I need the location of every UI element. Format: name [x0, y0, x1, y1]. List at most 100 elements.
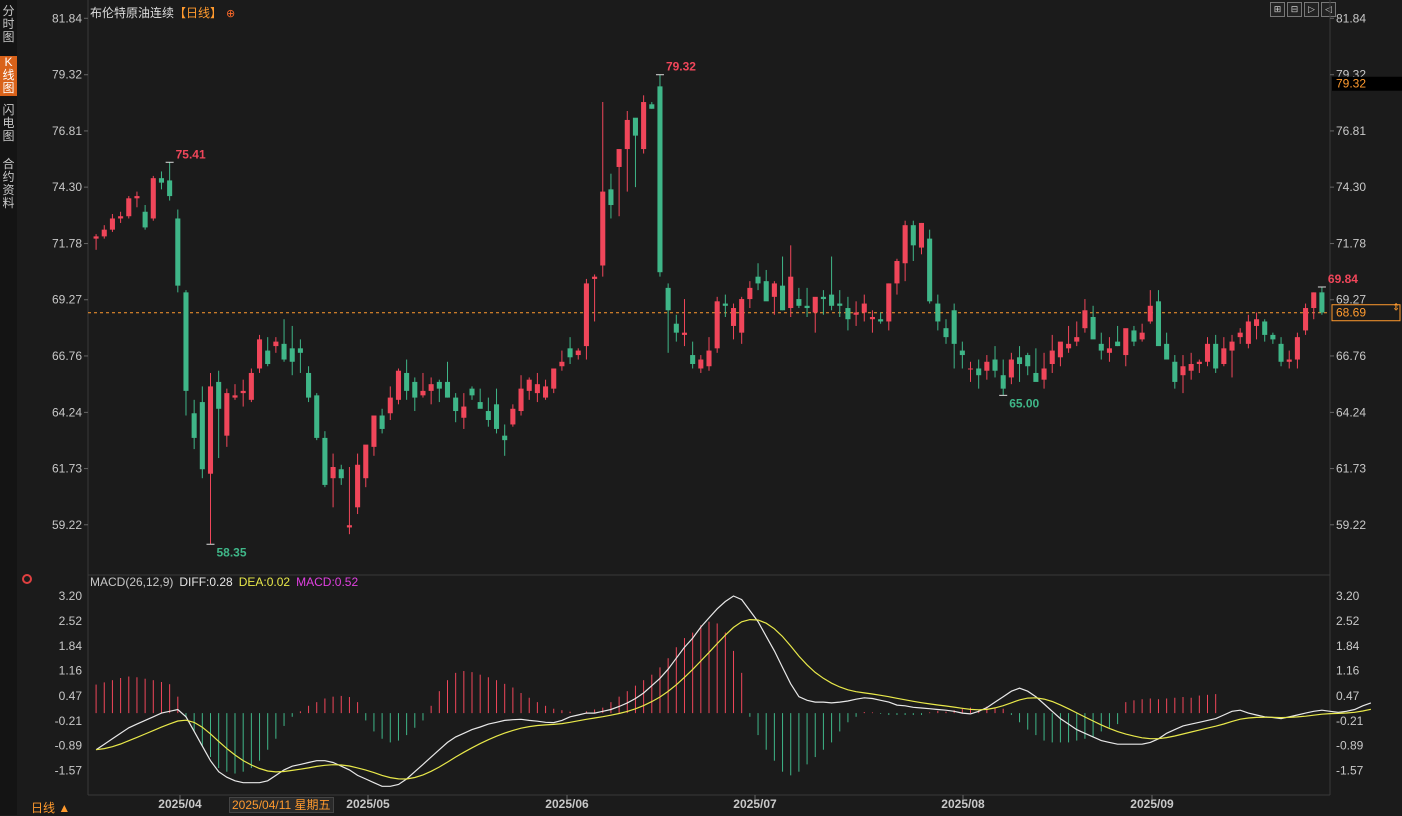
candle-body [477, 402, 483, 409]
candle-body [518, 388, 524, 412]
candle-body [812, 296, 818, 313]
candle [281, 319, 287, 362]
candle [673, 314, 679, 342]
candles [93, 74, 1325, 545]
candle-body [485, 411, 491, 420]
price-tick-label: 61.73 [52, 462, 82, 476]
candle [616, 149, 622, 217]
candle-body [1172, 361, 1178, 382]
candle-body [453, 397, 459, 412]
candle [404, 359, 410, 400]
candle [1204, 337, 1211, 367]
candle-body [673, 323, 679, 333]
candle [1049, 334, 1055, 373]
price-tick-label: 59.22 [1336, 518, 1366, 532]
candle [297, 339, 303, 373]
period-switch[interactable]: 日线 ▲ [31, 799, 70, 816]
candle-body [641, 102, 647, 150]
candle [493, 388, 500, 434]
macd-tick-label: 3.20 [59, 589, 83, 603]
candle [959, 341, 965, 369]
low-label: 58.35 [216, 545, 246, 559]
candle [518, 375, 524, 416]
candle-body [1286, 359, 1292, 362]
candle [338, 464, 344, 485]
candle-body [175, 218, 181, 286]
current-price-badge-text: 68.69 [1336, 306, 1366, 320]
candle [583, 278, 589, 360]
candle [1106, 337, 1112, 362]
candle [109, 213, 115, 232]
candle-body [1237, 332, 1243, 338]
macd-tick-label: 2.52 [1336, 614, 1360, 628]
candle-body [1082, 310, 1088, 329]
candle [322, 431, 328, 488]
candle-body [363, 444, 369, 479]
macd-panel [95, 595, 1372, 787]
macd-tick-label: -0.89 [55, 739, 83, 753]
candle-body [910, 225, 916, 246]
candle [551, 368, 557, 394]
candle [395, 368, 401, 405]
candle-body [436, 381, 442, 389]
candle [698, 355, 704, 373]
candle [420, 372, 426, 398]
macd-legend: MACD(26,12,9) DIFF:0.28 DEA:0.02 MACD:0.52 [90, 575, 358, 589]
macd-label[interactable]: MACD(26,12,9) [90, 575, 173, 589]
candle [967, 361, 974, 382]
candle-body [1000, 375, 1006, 389]
candle [788, 245, 794, 317]
macd-tick-label: 1.84 [59, 639, 83, 653]
candle [714, 296, 720, 353]
candle-body [93, 236, 99, 239]
candle [1164, 332, 1170, 360]
candle [428, 377, 434, 405]
candle-body [306, 372, 312, 398]
candle [240, 379, 246, 407]
price-tick-label: 69.27 [52, 293, 82, 307]
candle-body [322, 437, 328, 485]
macd-tick-label: -0.21 [1336, 714, 1364, 728]
candle [363, 444, 369, 488]
candle-body [126, 198, 132, 217]
candle [1303, 303, 1309, 335]
macd-tick-label: -1.57 [55, 764, 83, 778]
candle-body [632, 117, 638, 136]
macd-tick-label: 0.47 [59, 689, 83, 703]
candle-body [379, 415, 385, 429]
candle [191, 399, 197, 450]
candle-body [338, 469, 344, 479]
candle-body [796, 299, 802, 306]
candle [126, 196, 132, 219]
candle [1254, 312, 1260, 340]
candle [216, 370, 222, 459]
macd-tick-label: 3.20 [1336, 589, 1360, 603]
candle [829, 256, 835, 311]
candle-body [1196, 361, 1202, 365]
candle [886, 283, 892, 331]
macd-tick-label: 2.52 [59, 614, 83, 628]
kline-chart[interactable]: 81.84 81.84 79.32 79.32 76.81 76.81 74.30 74.30… [0, 0, 1402, 815]
price-tick-label: 71.78 [52, 237, 82, 251]
candle-body [869, 316, 875, 320]
candle-body [1033, 372, 1039, 382]
candle [477, 388, 483, 409]
indicator-settings-icon[interactable] [22, 574, 32, 584]
candle-body [575, 350, 581, 356]
candle [1270, 332, 1276, 344]
date-label: 2025/08 [941, 797, 985, 811]
candle [935, 294, 941, 331]
candle-body [1131, 330, 1137, 342]
candle-body [387, 397, 393, 414]
candle-body [861, 303, 867, 313]
candle-body [755, 276, 761, 284]
candle-body [853, 312, 859, 315]
candle-body [730, 308, 737, 326]
candle [101, 225, 107, 239]
candle-body [1278, 343, 1284, 362]
candle-body [739, 299, 745, 333]
candle [1123, 328, 1129, 367]
candle [175, 209, 181, 293]
candle [665, 283, 671, 353]
candle [232, 384, 238, 400]
